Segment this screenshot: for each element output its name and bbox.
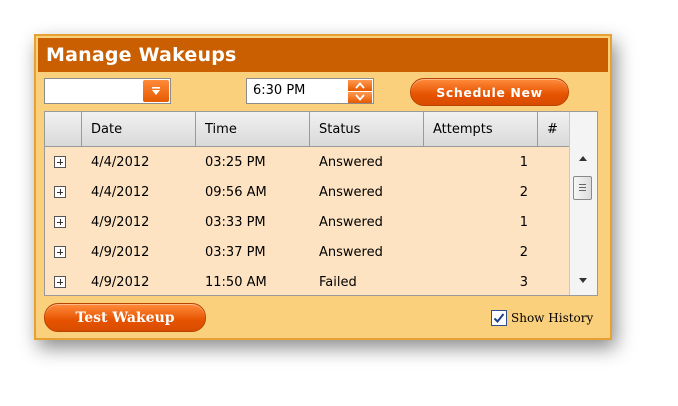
show-history-toggle[interactable]: Show History	[491, 310, 593, 326]
chevron-up-icon	[355, 82, 365, 89]
time-cell: 11:50 AM	[205, 274, 267, 290]
chevron-down-icon	[152, 87, 160, 95]
column-header-status[interactable]: Status	[310, 112, 424, 146]
expand-row-icon[interactable]	[54, 246, 66, 258]
scroll-thumb[interactable]	[573, 176, 592, 200]
expand-row-icon[interactable]	[54, 186, 66, 198]
status-cell: Failed	[319, 274, 357, 290]
time-cell: 03:33 PM	[205, 214, 266, 230]
grid-rows: 4/4/2012 03:25 PM Answered 1 4/4/2012 09…	[45, 147, 570, 295]
table-row[interactable]: 4/9/2012 03:37 PM Answered 2	[45, 237, 570, 267]
table-row[interactable]: 4/9/2012 03:33 PM Answered 1	[45, 207, 570, 237]
column-header-date[interactable]: Date	[82, 112, 196, 146]
chevron-down-icon	[355, 94, 365, 101]
time-decrement-button[interactable]	[348, 92, 372, 103]
expand-row-icon[interactable]	[54, 276, 66, 288]
expand-cell	[45, 156, 82, 168]
manage-wakeups-panel: Manage Wakeups 6:30 PM Schedule New Date	[34, 34, 612, 340]
grip-line	[579, 184, 586, 185]
date-cell: 4/9/2012	[91, 214, 150, 230]
status-cell: Answered	[319, 154, 383, 170]
date-cell: 4/9/2012	[91, 244, 150, 260]
column-header-attempts[interactable]: Attempts	[424, 112, 538, 146]
table-row[interactable]: 4/4/2012 09:56 AM Answered 2	[45, 177, 570, 207]
attempts-cell: 2	[519, 184, 528, 200]
date-cell: 4/4/2012	[91, 154, 150, 170]
expand-row-icon[interactable]	[54, 216, 66, 228]
panel-title: Manage Wakeups	[46, 44, 237, 66]
date-cell: 4/9/2012	[91, 274, 150, 290]
expand-cell	[45, 246, 82, 258]
time-cell: 09:56 AM	[205, 184, 267, 200]
show-history-checkbox[interactable]	[491, 310, 507, 326]
table-row[interactable]: 4/4/2012 03:25 PM Answered 1	[45, 147, 570, 177]
dropdown-toggle-button[interactable]	[143, 80, 169, 102]
column-header-time[interactable]: Time	[196, 112, 310, 146]
expand-cell	[45, 276, 82, 288]
status-cell: Answered	[319, 244, 383, 260]
expand-row-icon[interactable]	[54, 156, 66, 168]
expand-cell	[45, 186, 82, 198]
column-header-number[interactable]: #	[538, 112, 570, 146]
attempts-cell: 3	[519, 274, 528, 290]
time-input[interactable]: 6:30 PM	[253, 83, 305, 98]
checkmark-icon	[493, 313, 505, 323]
grip-line	[579, 190, 586, 191]
schedule-new-button[interactable]: Schedule New	[410, 78, 569, 106]
attempts-cell: 1	[519, 154, 528, 170]
table-row[interactable]: 4/9/2012 11:50 AM Failed 3	[45, 267, 570, 295]
time-spinner[interactable]: 6:30 PM	[246, 78, 374, 104]
scroll-up-arrow-icon[interactable]	[579, 156, 587, 161]
status-cell: Answered	[319, 214, 383, 230]
scroll-down-arrow-icon[interactable]	[579, 278, 587, 283]
status-cell: Answered	[319, 184, 383, 200]
expand-cell	[45, 216, 82, 228]
time-increment-button[interactable]	[348, 80, 372, 91]
column-header-expand	[45, 112, 82, 146]
time-cell: 03:25 PM	[205, 154, 266, 170]
date-cell: 4/4/2012	[91, 184, 150, 200]
attempts-cell: 1	[519, 214, 528, 230]
time-cell: 03:37 PM	[205, 244, 266, 260]
wakeups-grid: Date Time Status Attempts # 4/4/2012 03:…	[44, 111, 598, 296]
test-wakeup-button[interactable]: Test Wakeup	[44, 303, 206, 332]
grid-header: Date Time Status Attempts #	[45, 112, 570, 147]
attempts-cell: 2	[519, 244, 528, 260]
grid-scrollbar[interactable]	[569, 112, 597, 295]
grip-line	[579, 187, 586, 188]
show-history-label: Show History	[511, 311, 594, 325]
wakeup-select[interactable]	[44, 78, 171, 104]
title-bar: Manage Wakeups	[38, 38, 608, 72]
